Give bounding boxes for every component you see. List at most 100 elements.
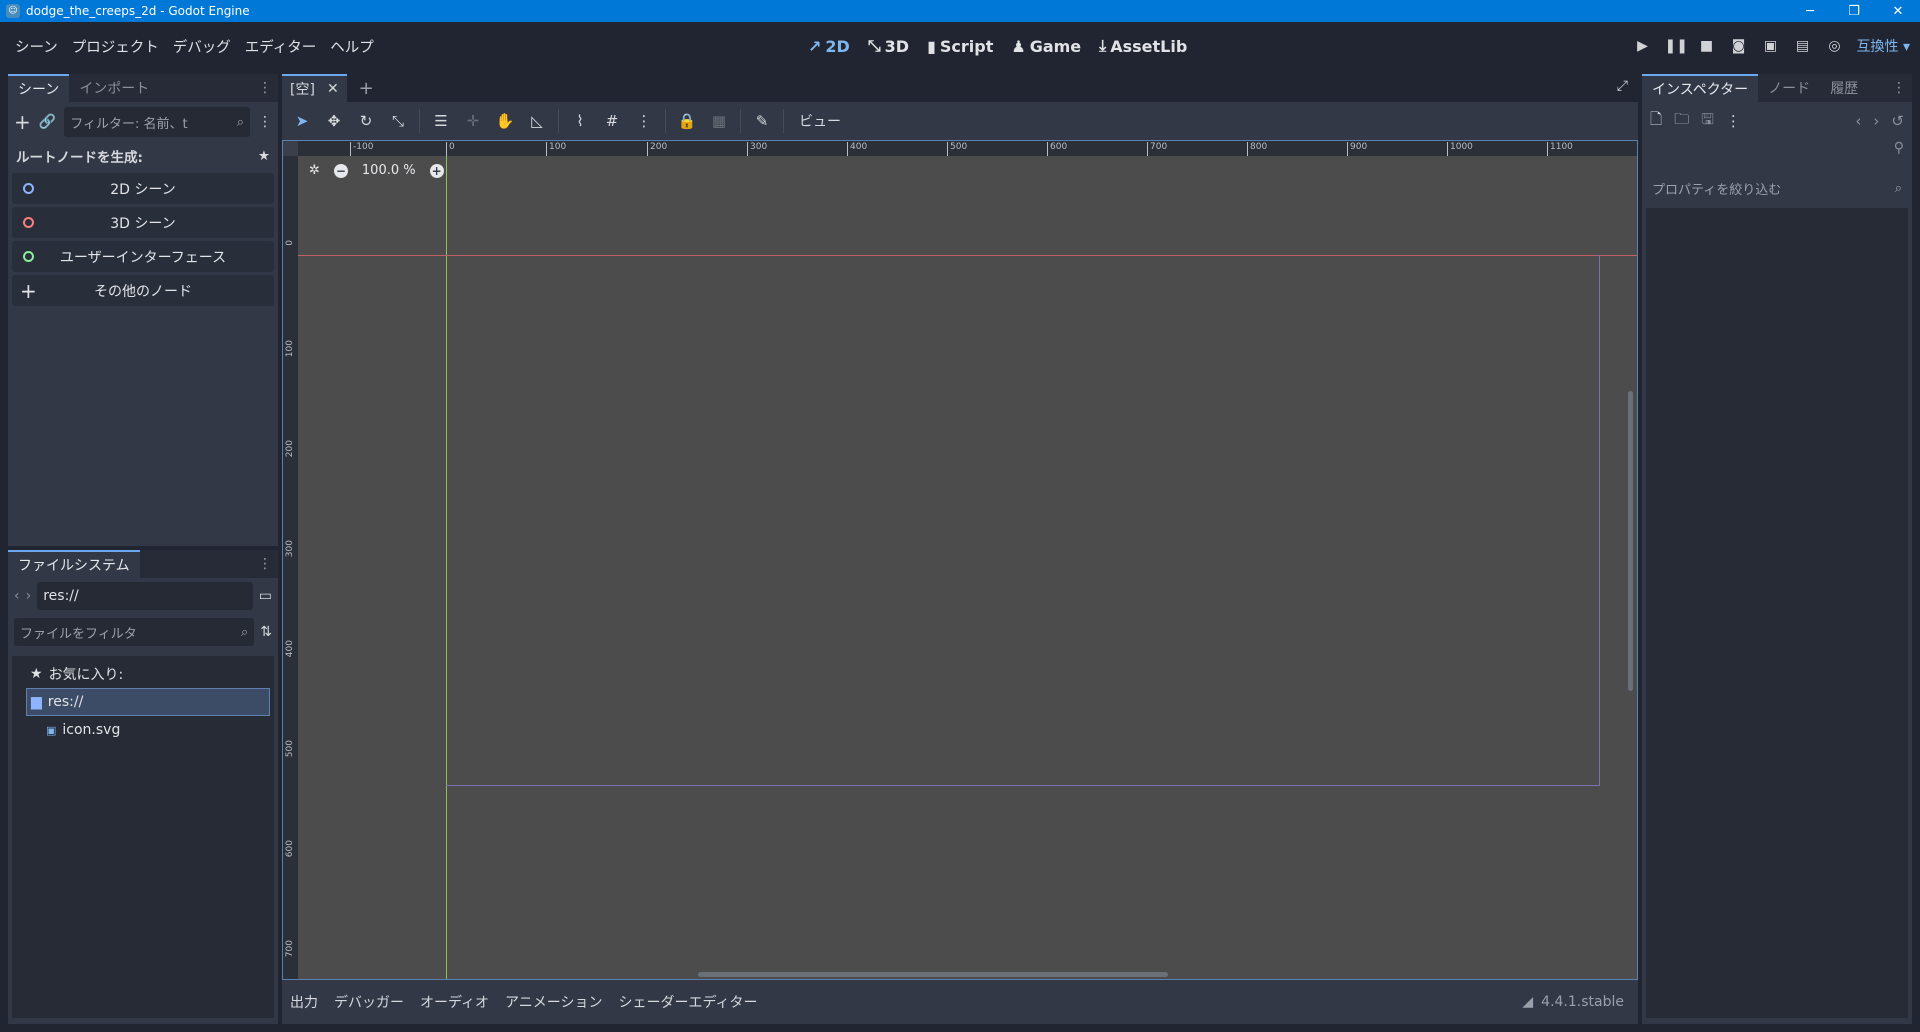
zoom-in-icon[interactable]: +	[429, 163, 444, 178]
snap-options-icon[interactable]: ⋮	[630, 107, 658, 135]
scene-options-icon[interactable]: ⋮	[258, 114, 272, 130]
workspace-2d-button[interactable]: ↗ 2D	[808, 36, 850, 56]
main-menubar: シーン プロジェクト デバッグ エディター ヘルプ ↗ 2D ⤡ 3D ▮ Scrip…	[0, 22, 1920, 74]
history-forward-icon[interactable]: ›	[1873, 112, 1879, 130]
workspace-game-button[interactable]: ♟ Game	[1011, 36, 1081, 56]
tab-scene[interactable]: シーン	[8, 74, 70, 102]
close-icon[interactable]: ✕	[327, 81, 339, 97]
remote-debug-icon[interactable]: ◙	[1729, 38, 1749, 54]
resource-options-icon[interactable]: ⋮	[1726, 112, 1741, 130]
open-docs-icon[interactable]: ⚲	[1894, 140, 1904, 168]
menu-editor[interactable]: エディター	[238, 36, 324, 57]
save-resource-icon[interactable]: 🖫	[1701, 109, 1714, 134]
path-field[interactable]: res://	[37, 582, 253, 610]
ruler-icon[interactable]: ◺	[523, 107, 551, 135]
menu-scene[interactable]: シーン	[8, 36, 65, 57]
scene-tab-empty[interactable]: [空] ✕	[282, 74, 347, 102]
play-icon[interactable]: ▶	[1633, 38, 1653, 54]
dock-menu-icon[interactable]: ⋮	[1892, 80, 1906, 96]
scale-mode-icon[interactable]: ⤡	[384, 107, 412, 135]
2d-scene-button[interactable]: 2D シーン	[12, 173, 274, 204]
scene-filter-input[interactable]: フィルター: 名前、t ⌕	[64, 107, 250, 137]
move-mode-icon[interactable]: ✥	[320, 107, 348, 135]
canvas-viewport[interactable]: -100 0 100 200 300 400 500 600 700 800 9…	[282, 140, 1638, 980]
select-mode-icon[interactable]: ➤	[288, 107, 316, 135]
vertical-scrollbar[interactable]	[1628, 391, 1633, 691]
new-resource-icon[interactable]: 🗋	[1650, 109, 1662, 134]
favorites-item[interactable]: ★ お気に入り:	[12, 660, 274, 688]
3d-scene-button[interactable]: 3D シーン	[12, 207, 274, 238]
pan-icon[interactable]: ✋	[491, 107, 519, 135]
list-select-icon[interactable]: ☰	[427, 107, 455, 135]
open-resource-icon[interactable]: 🗀	[1674, 109, 1689, 134]
y-axis-line	[446, 156, 447, 979]
file-item[interactable]: ▣ icon.svg	[12, 716, 274, 744]
search-icon: ⌕	[1894, 180, 1902, 196]
folder-icon: ▆	[31, 694, 42, 710]
play-custom-scene-icon[interactable]: ▤	[1793, 38, 1813, 54]
viewport-frame-right	[1599, 255, 1600, 786]
tab-history[interactable]: 履歴	[1820, 74, 1868, 102]
doc-search-row: ⚲	[1642, 140, 1912, 168]
split-view-icon[interactable]: ▭	[259, 588, 272, 604]
menu-debug[interactable]: デバッグ	[166, 36, 238, 57]
smart-snap-icon[interactable]: ⌇	[566, 107, 594, 135]
object-history-icon[interactable]: ↺	[1891, 112, 1904, 130]
ruler-top: -100 0 100 200 300 400 500 600 700 800 9…	[298, 141, 1637, 156]
tab-animation[interactable]: アニメーション	[505, 992, 602, 1012]
node2d-icon	[23, 183, 34, 194]
inspector-property-area	[1646, 208, 1908, 1018]
minimize-button[interactable]: ─	[1788, 0, 1832, 22]
grid-snap-icon[interactable]: #	[598, 107, 626, 135]
script-icon: ▮	[927, 36, 936, 56]
file-filter-input[interactable]: ファイルをフィルタ ⌕	[14, 618, 255, 646]
zoom-out-icon[interactable]: −	[333, 163, 348, 178]
close-window-button[interactable]: ✕	[1876, 0, 1920, 22]
dock-menu-icon[interactable]: ⋮	[258, 556, 272, 572]
restore-button[interactable]: ❐	[1832, 0, 1876, 22]
menu-help[interactable]: ヘルプ	[323, 36, 381, 57]
rotate-mode-icon[interactable]: ↻	[352, 107, 380, 135]
movie-maker-icon[interactable]: ◎	[1825, 38, 1845, 54]
play-scene-icon[interactable]: ▣	[1761, 38, 1781, 54]
distraction-free-icon[interactable]: ⤢	[1617, 78, 1628, 94]
tab-debugger[interactable]: デバッガー	[334, 992, 404, 1012]
renderer-compat-dropdown[interactable]: 互換性 ▾	[1857, 36, 1910, 56]
tab-audio[interactable]: オーディオ	[420, 992, 489, 1012]
menu-project[interactable]: プロジェクト	[65, 36, 166, 57]
center-view-icon[interactable]: ✲	[309, 163, 320, 178]
tab-import[interactable]: インポート	[69, 74, 159, 102]
group-icon[interactable]: ▦	[705, 107, 733, 135]
tab-inspector[interactable]: インスペクター	[1642, 74, 1759, 102]
bone-icon[interactable]: ✎	[748, 107, 776, 135]
workspace-assetlib-button[interactable]: ⤓ AssetLib	[1099, 36, 1187, 56]
stop-icon[interactable]: ■	[1697, 38, 1717, 54]
back-icon[interactable]: ‹	[14, 588, 20, 604]
zoom-level[interactable]: 100.0 %	[362, 163, 416, 178]
add-node-icon[interactable]: +	[14, 110, 31, 134]
history-back-icon[interactable]: ‹	[1855, 112, 1861, 130]
pivot-icon[interactable]: ✛	[459, 107, 487, 135]
lock-icon[interactable]: 🔒	[673, 107, 701, 135]
tab-node[interactable]: ノード	[1758, 74, 1820, 102]
horizontal-scrollbar[interactable]	[698, 972, 1168, 977]
other-node-button[interactable]: + その他のノード	[12, 275, 274, 306]
dock-menu-icon[interactable]: ⋮	[258, 80, 272, 96]
workspace-script-button[interactable]: ▮ Script	[927, 36, 993, 56]
tab-output[interactable]: 出力	[290, 992, 318, 1012]
forward-icon[interactable]: ›	[26, 588, 32, 604]
3d-icon: ⤡	[867, 36, 881, 55]
add-scene-tab-icon[interactable]: +	[359, 78, 374, 99]
star-icon[interactable]: ★	[258, 148, 270, 164]
workspace-3d-button[interactable]: ⤡ 3D	[868, 36, 909, 56]
link-icon[interactable]: 🔗	[39, 114, 56, 130]
view-menu[interactable]: ビュー	[791, 111, 849, 131]
property-filter-input[interactable]: プロパティを絞り込む ⌕	[1646, 174, 1908, 202]
scene-filter-placeholder: フィルター: 名前、t	[70, 116, 188, 132]
tab-shader-editor[interactable]: シェーダーエディター	[618, 992, 757, 1012]
res-folder-item[interactable]: ▆ res://	[26, 688, 270, 716]
sort-icon[interactable]: ⇅	[260, 624, 272, 640]
tab-filesystem[interactable]: ファイルシステム	[8, 550, 140, 578]
user-interface-button[interactable]: ユーザーインターフェース	[12, 241, 274, 272]
pause-icon[interactable]: ❚❚	[1665, 38, 1688, 54]
